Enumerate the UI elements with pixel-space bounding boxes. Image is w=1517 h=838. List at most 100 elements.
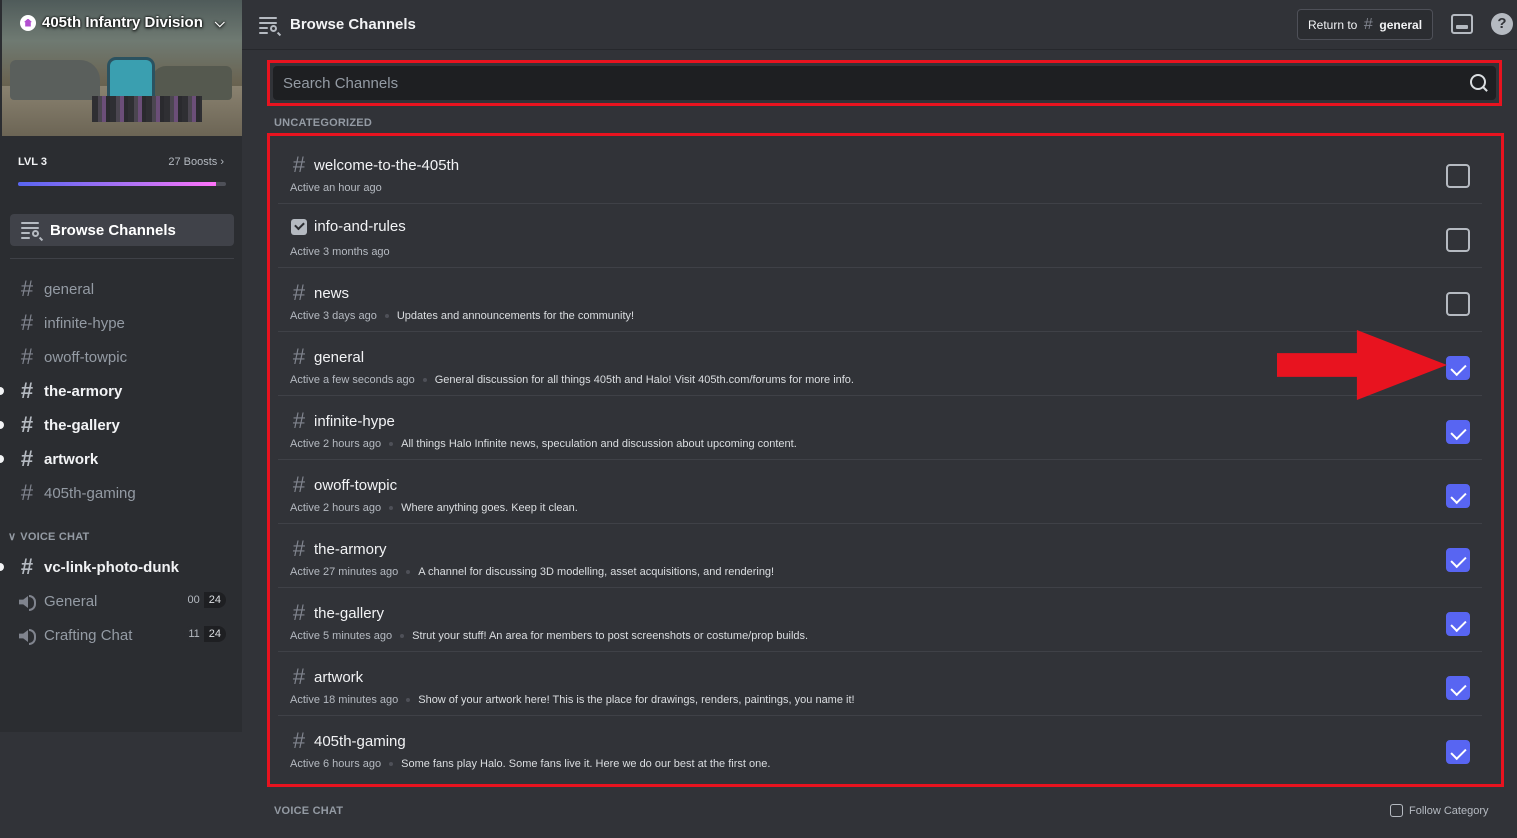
follow-category-toggle[interactable]: Follow Category <box>1390 804 1488 817</box>
sidebar-item-channel[interactable]: # general <box>10 274 234 304</box>
sidebar-bottom-area <box>0 732 242 838</box>
boost-count: 27 Boosts <box>168 156 218 168</box>
channel-row[interactable]: # welcome-to-the-405th Active an hour ago <box>278 140 1482 204</box>
category-uncategorized: UNCATEGORIZED <box>274 117 372 129</box>
rules-icon <box>291 218 307 235</box>
channel-meta: Active 3 months ago <box>290 246 390 258</box>
search-input[interactable] <box>273 74 1470 92</box>
sidebar-item-channel[interactable]: # artwork <box>0 444 234 474</box>
sidebar-item-label: Crafting Chat <box>44 626 133 644</box>
channel-description: Strut your stuff! An area for members to… <box>412 630 809 642</box>
hash-icon: # <box>292 408 306 433</box>
hash-icon: # <box>20 310 34 335</box>
channel-description: A channel for discussing 3D modelling, a… <box>418 566 775 578</box>
return-to-channel-button[interactable]: Return to # general <box>1297 9 1434 40</box>
sidebar-item-voice-channel[interactable]: General 00 24 <box>10 586 234 616</box>
hash-icon: # <box>20 276 34 301</box>
channel-activity: Active an hour ago <box>290 182 382 194</box>
server-name-header[interactable]: 405th Infantry Division ⌵ <box>20 14 225 31</box>
sidebar-item-browse-channels[interactable]: Browse Channels <box>10 214 234 246</box>
follow-category-checkbox[interactable] <box>1390 804 1403 817</box>
channel-meta: Active 6 hours ago Some fans play Halo. S… <box>290 758 770 770</box>
hash-icon: # <box>292 664 306 689</box>
follow-channel-checkbox[interactable] <box>1446 612 1470 636</box>
sidebar-item-label: the-gallery <box>44 416 120 434</box>
follow-channel-checkbox[interactable] <box>1446 484 1470 508</box>
channel-row[interactable]: # the-armory Active 27 minutes ago A channe… <box>278 524 1482 588</box>
channel-description: Some fans play Halo. Some fans live it. … <box>401 758 771 770</box>
search-icon[interactable] <box>1470 74 1488 92</box>
channel-name-wrap: # artwork <box>290 666 363 688</box>
unread-indicator <box>0 563 4 571</box>
separator-dot <box>406 698 411 702</box>
channel-name: the-gallery <box>314 604 385 622</box>
channel-row[interactable]: # infinite-hype Active 2 hours ago All thin… <box>278 396 1482 460</box>
channel-name-wrap: # owoff-towpic <box>290 474 397 496</box>
search-bar[interactable] <box>273 66 1496 100</box>
sidebar-item-voice-channel[interactable]: Crafting Chat 11 24 <box>10 620 234 650</box>
channel-description: Show of your artwork here! This is the p… <box>418 694 855 706</box>
follow-channel-checkbox[interactable] <box>1446 548 1470 572</box>
help-icon[interactable]: ? <box>1491 13 1513 35</box>
hash-icon: # <box>292 728 306 753</box>
hash-icon: # <box>20 446 34 471</box>
sidebar-item-label: Browse Channels <box>50 221 176 239</box>
top-bar: Browse Channels Return to # general ? <box>242 0 1517 50</box>
channel-name: artwork <box>314 668 364 686</box>
banner-vehicle <box>10 60 100 100</box>
follow-channel-checkbox[interactable] <box>1446 420 1470 444</box>
channel-meta: Active 5 minutes ago Strut your stuff! An… <box>290 630 808 642</box>
sidebar-item-channel[interactable]: # the-gallery <box>0 410 234 440</box>
category-label: VOICE CHAT <box>20 530 90 543</box>
browse-channels-icon <box>258 15 280 35</box>
voice-user-max: 24 <box>203 626 226 642</box>
separator-dot <box>406 570 411 574</box>
hash-icon: # <box>20 480 34 505</box>
sidebar-item-label: the-armory <box>44 382 123 400</box>
boost-status[interactable]: LVL 3 27 Boosts › <box>18 156 224 168</box>
sidebar-item-channel[interactable]: # vc-link-photo-dunk <box>0 552 234 582</box>
boost-count-wrap: 27 Boosts › <box>168 156 224 168</box>
sidebar-item-label: infinite-hype <box>44 314 125 332</box>
channel-row[interactable]: # owoff-towpic Active 2 hours ago Where any… <box>278 460 1482 524</box>
sidebar-item-channel[interactable]: #405th-gaming <box>10 478 234 508</box>
inbox-icon[interactable] <box>1451 14 1473 34</box>
hash-icon: # <box>292 344 306 369</box>
sidebar-item-label: General <box>44 592 98 610</box>
sidebar-item-channel[interactable]: # infinite-hype <box>10 308 234 338</box>
hash-icon: # <box>292 280 306 305</box>
channel-meta: Active 18 minutes ago Show of your artwor… <box>290 694 855 706</box>
follow-channel-checkbox[interactable] <box>1446 740 1470 764</box>
unread-indicator <box>0 455 4 463</box>
channel-name-wrap: # news <box>290 282 349 304</box>
voice-user-count: 11 <box>184 626 204 642</box>
voice-user-max: 24 <box>203 592 226 608</box>
separator-dot <box>389 442 394 446</box>
channel-meta: Active 2 hours ago All things Halo Infini… <box>290 438 797 450</box>
page-title: Browse Channels <box>290 16 416 33</box>
sidebar-category-voice[interactable]: ∨ VOICE CHAT <box>8 530 90 544</box>
channel-row[interactable]: # artwork Active 18 minutes ago Show of you… <box>278 652 1482 716</box>
channel-row[interactable]: #405th-gaming Active 6 hours ago Some fans… <box>278 716 1482 780</box>
follow-channel-checkbox[interactable] <box>1446 164 1470 188</box>
sidebar-item-channel[interactable]: # the-armory <box>0 376 234 406</box>
banner-vehicle <box>152 66 232 100</box>
channel-activity: Active 6 hours ago <box>290 758 382 770</box>
sidebar-item-channel[interactable]: # owoff-towpic <box>10 342 234 372</box>
channel-row[interactable]: # the-gallery Active 5 minutes ago Strut yo… <box>278 588 1482 652</box>
follow-channel-checkbox[interactable] <box>1446 228 1470 252</box>
sidebar-item-label: 405th-gaming <box>44 484 136 502</box>
follow-channel-checkbox[interactable] <box>1446 292 1470 316</box>
boost-level: LVL 3 <box>18 156 47 168</box>
follow-channel-checkbox[interactable] <box>1446 676 1470 700</box>
server-banner[interactable]: 405th Infantry Division ⌵ <box>2 0 242 136</box>
channel-row[interactable]: info-and-rules Active 3 months ago <box>278 204 1482 268</box>
unread-indicator <box>0 387 4 395</box>
channel-activity: Active a few seconds ago <box>290 374 415 386</box>
channel-activity: Active 3 days ago <box>290 310 377 322</box>
hash-icon: # <box>20 554 34 579</box>
channel-row[interactable]: # news Active 3 days ago Updates and announ… <box>278 268 1482 332</box>
follow-channel-checkbox[interactable] <box>1446 356 1470 380</box>
server-name: 405th Infantry Division <box>42 14 203 31</box>
server-sidebar: 405th Infantry Division ⌵ LVL 3 27 Boost… <box>0 0 242 838</box>
